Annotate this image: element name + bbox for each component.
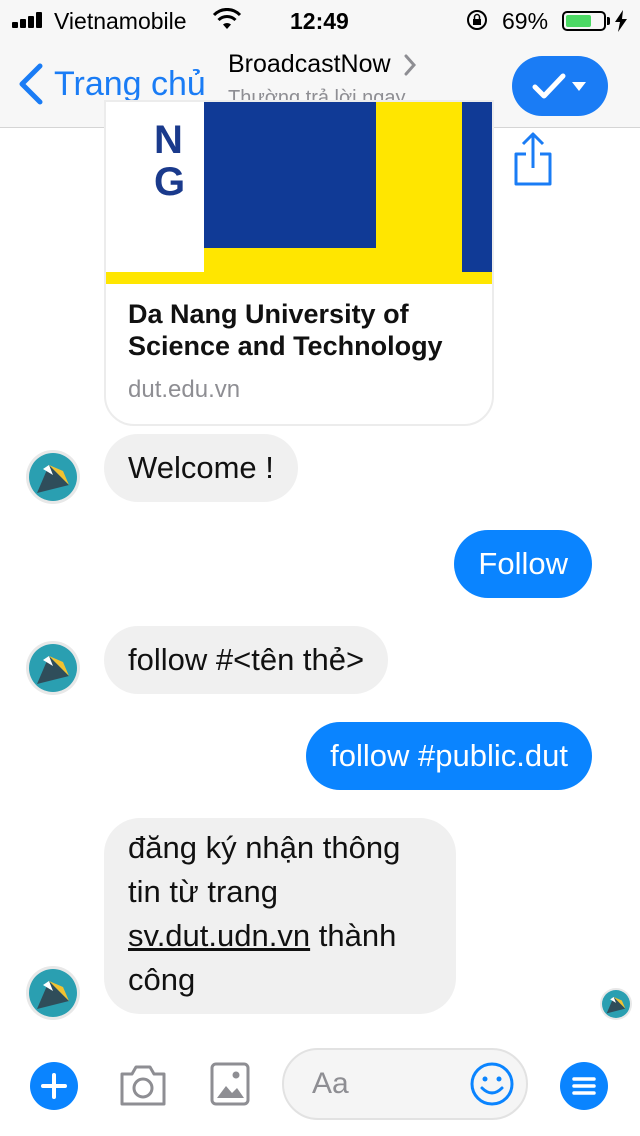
plus-icon bbox=[41, 1073, 67, 1099]
incoming-message[interactable]: Welcome ! bbox=[104, 434, 298, 502]
caret-down-icon bbox=[572, 82, 586, 91]
back-chevron-icon bbox=[19, 63, 43, 105]
plus-button[interactable] bbox=[30, 1062, 78, 1110]
incoming-message[interactable]: follow #<tên thẻ> bbox=[104, 626, 389, 694]
subscribe-toggle-button[interactable] bbox=[512, 56, 608, 116]
signal-icon bbox=[12, 12, 48, 28]
title-chevron-icon bbox=[404, 54, 416, 75]
clock: 12:49 bbox=[290, 8, 349, 34]
bot-avatar[interactable] bbox=[26, 641, 80, 695]
link-preview-card[interactable]: N G Da Nang University of Science and Te… bbox=[104, 100, 494, 426]
bot-avatar[interactable] bbox=[26, 450, 80, 504]
outgoing-message[interactable]: follow #public.dut bbox=[306, 722, 592, 790]
link-title: Da Nang University of Science and Techno… bbox=[128, 299, 443, 361]
back-label: Trang chủ bbox=[54, 64, 206, 103]
battery-icon bbox=[562, 11, 606, 31]
incoming-message[interactable]: đăng ký nhận thông tin từ trang sv.dut.u… bbox=[104, 818, 456, 1014]
status-bar: Vietnamobile 12:49 69% bbox=[0, 0, 640, 40]
wifi-icon bbox=[212, 8, 242, 29]
emoji-icon[interactable] bbox=[468, 1060, 516, 1108]
bot-avatar[interactable] bbox=[26, 966, 80, 1020]
battery-percent: 69% bbox=[502, 8, 549, 34]
message-text: đăng ký nhận thông tin từ trang bbox=[128, 830, 401, 909]
link-domain: dut.edu.vn bbox=[128, 376, 241, 403]
conversation-title: BroadcastNow bbox=[228, 50, 391, 78]
broadcast-logo-icon bbox=[37, 981, 69, 1009]
rotation-lock-icon bbox=[467, 10, 487, 30]
logo-letter: G bbox=[154, 160, 186, 204]
broadcast-logo-icon bbox=[37, 465, 69, 493]
carrier-name: Vietnamobile bbox=[54, 8, 187, 34]
charging-icon bbox=[615, 10, 627, 32]
logo-letter: N bbox=[154, 118, 183, 162]
composer-bar bbox=[0, 1042, 640, 1136]
camera-icon[interactable] bbox=[118, 1062, 168, 1108]
seen-indicator-avatar bbox=[600, 988, 632, 1020]
image-icon[interactable] bbox=[210, 1060, 250, 1108]
check-icon bbox=[532, 73, 566, 99]
outgoing-message[interactable]: Follow bbox=[454, 530, 592, 598]
broadcast-logo-icon bbox=[606, 997, 626, 1014]
broadcast-logo-icon bbox=[37, 656, 69, 684]
university-logo: N G bbox=[106, 102, 492, 284]
battery-tip bbox=[607, 17, 610, 25]
message-link[interactable]: sv.dut.udn.vn bbox=[128, 918, 310, 953]
menu-button[interactable] bbox=[560, 1062, 608, 1110]
share-icon[interactable] bbox=[508, 132, 558, 188]
menu-icon bbox=[572, 1077, 596, 1095]
